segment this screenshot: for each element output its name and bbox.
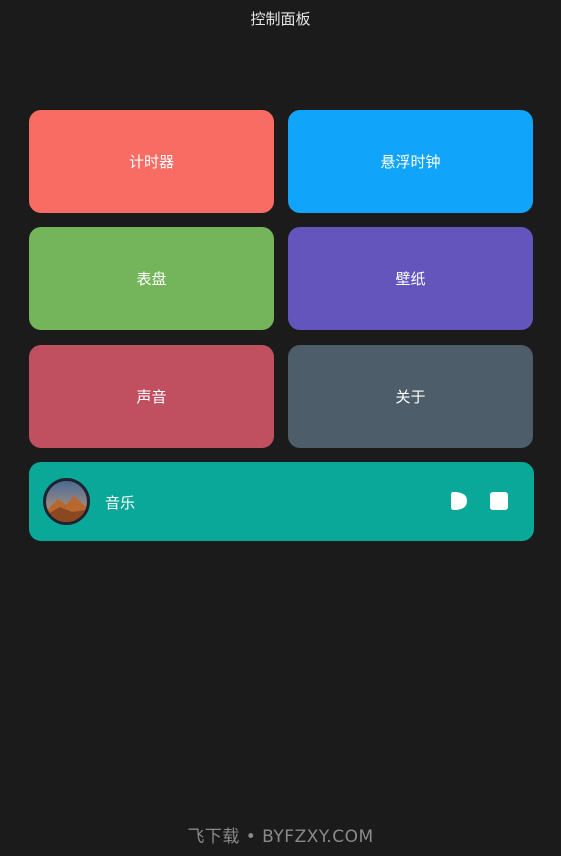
stop-icon	[490, 492, 508, 510]
floating-clock-tile-label: 悬浮时钟	[380, 153, 441, 171]
timer-tile[interactable]: 计时器	[29, 110, 274, 213]
control-panel-screen: 控制面板 计时器 悬浮时钟 表盘 壁纸 声音 关于 音乐 飞下载 • BYFZX…	[0, 0, 561, 856]
wallpaper-tile[interactable]: 壁纸	[288, 227, 533, 330]
play-icon	[451, 492, 467, 510]
watermark-text: 飞下载 • BYFZXY.COM	[187, 827, 374, 847]
about-tile[interactable]: 关于	[288, 345, 533, 448]
watch-face-tile-label: 表盘	[136, 270, 167, 288]
floating-clock-tile[interactable]: 悬浮时钟	[288, 110, 533, 213]
play-button[interactable]	[448, 490, 470, 512]
timer-tile-label: 计时器	[128, 153, 174, 171]
stop-button[interactable]	[489, 491, 509, 511]
page-title: 控制面板	[250, 10, 311, 28]
music-label: 音乐	[105, 494, 136, 512]
sound-tile[interactable]: 声音	[29, 345, 274, 448]
wallpaper-tile-label: 壁纸	[395, 270, 426, 288]
music-player-bar[interactable]: 音乐	[29, 462, 534, 541]
sound-tile-label: 声音	[136, 388, 167, 406]
watch-face-tile[interactable]: 表盘	[29, 227, 274, 330]
album-cover-icon	[43, 478, 90, 525]
about-tile-label: 关于	[395, 388, 426, 406]
